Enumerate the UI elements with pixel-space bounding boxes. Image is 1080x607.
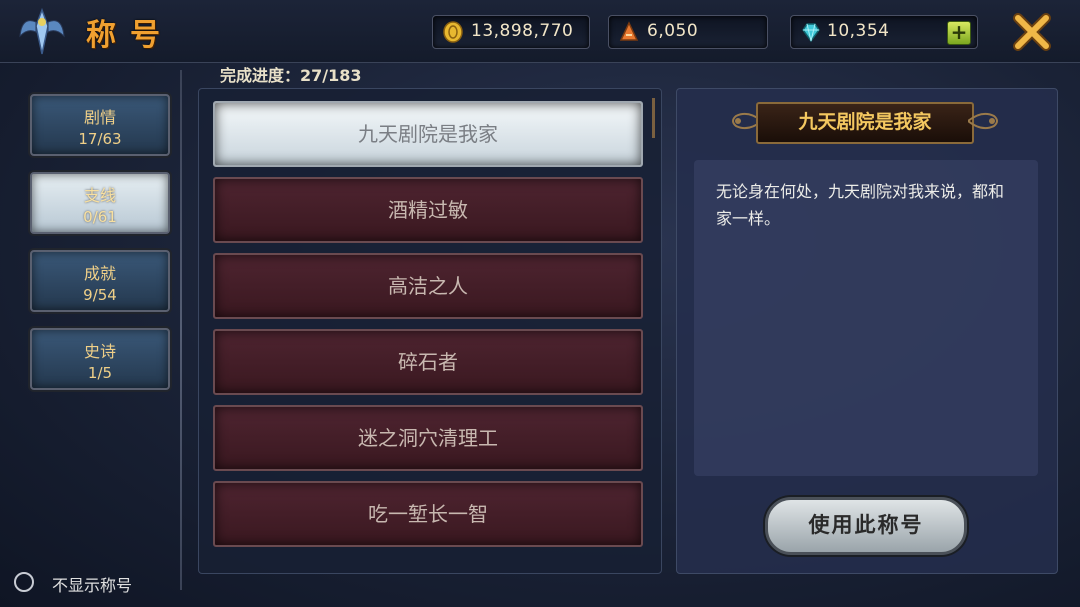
tab-label: 成就: [83, 264, 116, 283]
tab-label: 史诗: [83, 342, 116, 361]
ornament-right-icon: [968, 112, 998, 130]
gold-counter: 13,898,770: [432, 15, 590, 49]
divider: [180, 70, 182, 590]
list-item[interactable]: 迷之洞穴清理工: [213, 405, 643, 471]
detail-title: 九天剧院是我家: [756, 102, 974, 144]
gold-coin-icon: [443, 21, 463, 43]
tab-count: 0/61: [83, 208, 117, 226]
winged-emblem-icon: [19, 7, 65, 55]
list-item[interactable]: 酒精过敏: [213, 177, 643, 243]
radio-icon[interactable]: [14, 572, 34, 592]
list-item[interactable]: 吃一堑长一智: [213, 481, 643, 547]
tab-count: 1/5: [87, 364, 113, 382]
hide-title-toggle[interactable]: 不显示称号: [14, 570, 164, 596]
list-item[interactable]: 九天剧院是我家: [213, 101, 643, 167]
tab-story[interactable]: 剧情 17/63: [30, 94, 170, 156]
ticket-counter: 6,050: [608, 15, 768, 49]
hide-title-label: 不显示称号: [52, 576, 133, 595]
list-scrollbar[interactable]: [652, 98, 655, 138]
page-title: 称号: [86, 18, 174, 53]
close-icon[interactable]: [1012, 12, 1052, 52]
tab-count: 9/54: [83, 286, 117, 304]
tab-epic[interactable]: 史诗 1/5: [30, 328, 170, 390]
completion-progress: 完成进度：27/183: [220, 66, 362, 85]
list-item[interactable]: 碎石者: [213, 329, 643, 395]
gem-value: 10,354: [827, 21, 890, 41]
list-item[interactable]: 高洁之人: [213, 253, 643, 319]
tab-side-quest[interactable]: 支线 0/61: [30, 172, 170, 234]
gem-icon: [802, 23, 820, 43]
top-bar: 称号 13,898,770 6,050 10,354 +: [0, 0, 1080, 63]
ticket-value: 6,050: [647, 21, 699, 41]
title-description: 无论身在何处，九天剧院对我来说，都和家一样。: [716, 182, 1005, 228]
tab-achievement[interactable]: 成就 9/54: [30, 250, 170, 312]
gem-counter: 10,354 +: [790, 15, 978, 49]
ticket-icon: [619, 21, 639, 41]
gold-value: 13,898,770: [471, 21, 574, 41]
title-list[interactable]: 九天剧院是我家 酒精过敏 高洁之人 碎石者 迷之洞穴清理工 吃一堑长一智: [198, 88, 662, 574]
tab-label: 剧情: [83, 108, 116, 127]
use-title-button[interactable]: 使用此称号: [765, 497, 967, 555]
tab-label: 支线: [83, 186, 116, 205]
tab-count: 17/63: [78, 130, 122, 148]
add-gems-button[interactable]: +: [947, 21, 971, 45]
